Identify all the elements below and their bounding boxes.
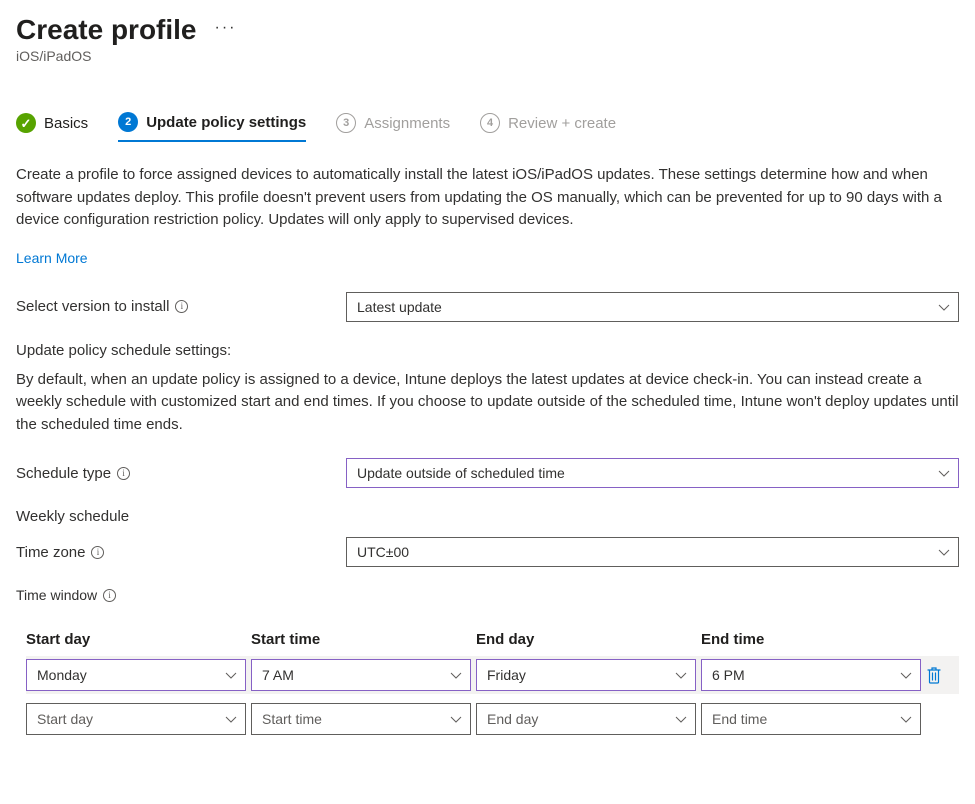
chevron-down-icon xyxy=(938,304,948,310)
step-update-policy-settings[interactable]: 2 Update policy settings xyxy=(118,112,306,142)
check-icon: ✓ xyxy=(16,113,36,133)
chevron-down-icon xyxy=(900,716,910,722)
info-icon[interactable]: i xyxy=(91,546,104,559)
table-row: Start day Start time End day End time xyxy=(26,700,959,738)
step-label: Review + create xyxy=(508,115,616,132)
page-title: Create profile xyxy=(16,14,197,46)
col-start-day: Start day xyxy=(26,631,246,648)
step-number-icon: 3 xyxy=(336,113,356,133)
chevron-down-icon xyxy=(900,672,910,678)
chevron-down-icon xyxy=(450,716,460,722)
timezone-select[interactable]: UTC±00 xyxy=(346,537,959,567)
table-row: Monday 7 AM Friday 6 PM xyxy=(26,656,959,694)
start-time-select[interactable]: 7 AM xyxy=(251,659,471,691)
learn-more-link[interactable]: Learn More xyxy=(16,250,88,266)
delete-row-button[interactable] xyxy=(926,666,942,684)
start-time-select[interactable]: Start time xyxy=(251,703,471,735)
chevron-down-icon xyxy=(225,716,235,722)
step-label: Assignments xyxy=(364,115,450,132)
weekly-schedule-heading: Weekly schedule xyxy=(16,508,959,525)
info-icon[interactable]: i xyxy=(117,467,130,480)
step-label: Basics xyxy=(44,115,88,132)
page-description: Create a profile to force assigned devic… xyxy=(16,164,956,232)
step-review-create[interactable]: 4 Review + create xyxy=(480,113,616,141)
wizard-steps: ✓ Basics 2 Update policy settings 3 Assi… xyxy=(16,112,959,142)
chevron-down-icon xyxy=(938,470,948,476)
version-label: Select version to install i xyxy=(16,298,346,315)
page-subtitle: iOS/iPadOS xyxy=(16,48,959,64)
schedule-settings-heading: Update policy schedule settings: xyxy=(16,342,959,359)
start-day-select[interactable]: Start day xyxy=(26,703,246,735)
chevron-down-icon xyxy=(938,549,948,555)
time-window-label: Time window i xyxy=(16,587,959,603)
schedule-settings-description: By default, when an update policy is ass… xyxy=(16,369,959,437)
col-end-time: End time xyxy=(701,631,921,648)
info-icon[interactable]: i xyxy=(175,300,188,313)
end-day-select[interactable]: End day xyxy=(476,703,696,735)
chevron-down-icon xyxy=(225,672,235,678)
more-actions-button[interactable]: ··· xyxy=(215,19,237,42)
table-header: Start day Start time End day End time xyxy=(26,631,959,648)
col-end-day: End day xyxy=(476,631,696,648)
step-label: Update policy settings xyxy=(146,114,306,131)
chevron-down-icon xyxy=(675,716,685,722)
step-number-icon: 2 xyxy=(118,112,138,132)
step-assignments[interactable]: 3 Assignments xyxy=(336,113,450,141)
end-day-select[interactable]: Friday xyxy=(476,659,696,691)
version-select[interactable]: Latest update xyxy=(346,292,959,322)
info-icon[interactable]: i xyxy=(103,589,116,602)
step-number-icon: 4 xyxy=(480,113,500,133)
timezone-label: Time zone i xyxy=(16,544,346,561)
start-day-select[interactable]: Monday xyxy=(26,659,246,691)
chevron-down-icon xyxy=(675,672,685,678)
time-window-table: Start day Start time End day End time Mo… xyxy=(26,631,959,738)
schedule-type-label: Schedule type i xyxy=(16,465,346,482)
schedule-type-select[interactable]: Update outside of scheduled time xyxy=(346,458,959,488)
end-time-select[interactable]: End time xyxy=(701,703,921,735)
step-basics[interactable]: ✓ Basics xyxy=(16,113,88,141)
end-time-select[interactable]: 6 PM xyxy=(701,659,921,691)
col-start-time: Start time xyxy=(251,631,471,648)
chevron-down-icon xyxy=(450,672,460,678)
